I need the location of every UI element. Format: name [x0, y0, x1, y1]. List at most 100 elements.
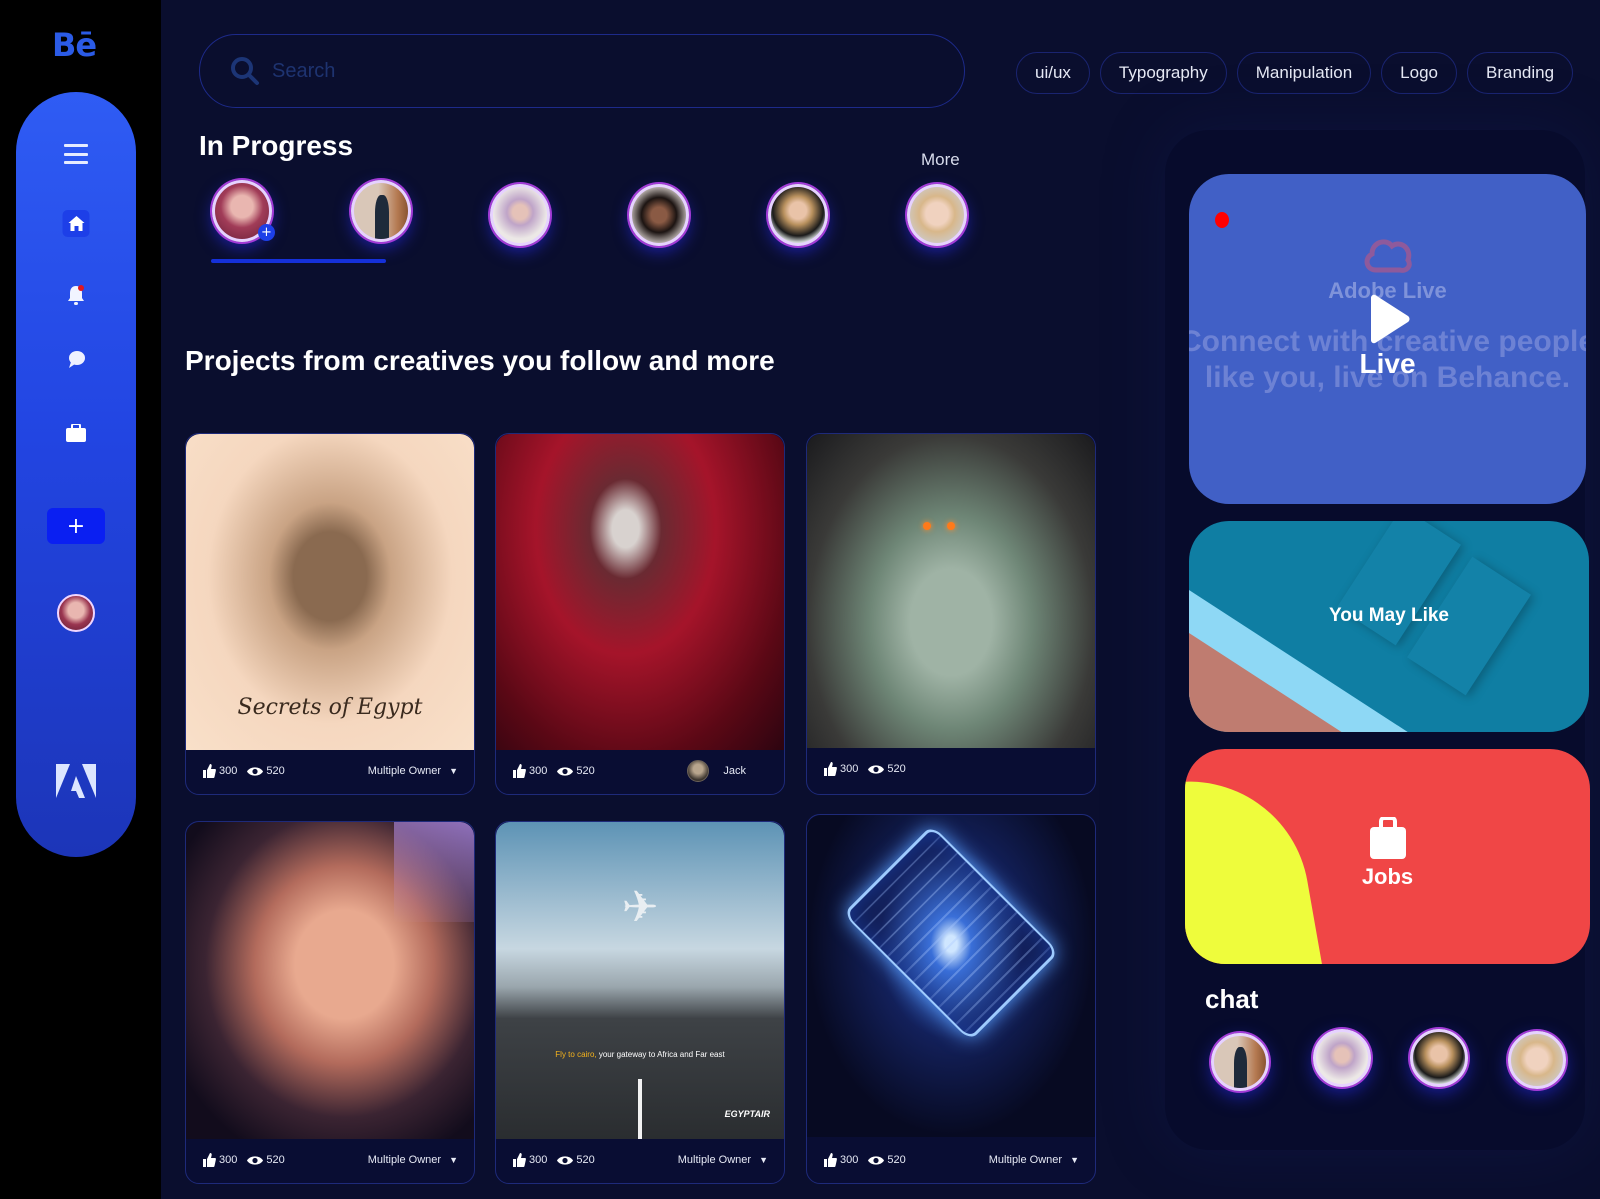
project-card[interactable]: Secrets of Egypt 300 520 Multiple Owner ▼ [185, 433, 475, 795]
views-count: 520 [266, 765, 285, 777]
sidebar-item-home[interactable] [62, 210, 90, 237]
project-card[interactable]: 300 520 Multiple Owner ▼ [185, 821, 475, 1184]
sidebar-item-notifications[interactable] [63, 282, 89, 308]
play-icon[interactable] [1365, 294, 1411, 344]
category-tags: ui/ux Typography Manipulation Logo Brand… [1016, 52, 1574, 94]
likes-stat[interactable]: 300 [202, 1153, 237, 1167]
in-progress-heading: In Progress [199, 130, 354, 161]
project-meta: 300 520 Multiple Owner ▼ [496, 1137, 784, 1183]
hamburger-line [64, 152, 88, 156]
sidebar-item-messages[interactable] [63, 346, 89, 372]
add-story-icon[interactable]: + [258, 224, 275, 241]
likes-count: 300 [840, 1154, 859, 1166]
you-may-like-card[interactable]: You May Like [1189, 521, 1589, 732]
views-stat: 520 [868, 763, 906, 775]
tag-uiux[interactable]: ui/ux [1016, 52, 1090, 94]
tag-branding[interactable]: Branding [1467, 52, 1574, 94]
owner-dropdown[interactable]: Multiple Owner ▼ [989, 1154, 1079, 1166]
chat-contact-blonde-woman[interactable] [1410, 1029, 1468, 1087]
project-thumbnail[interactable]: Secrets of Egypt [186, 434, 474, 750]
project-meta: 300 520 Multiple Owner ▼ [186, 1137, 474, 1183]
thumbs-up-icon [824, 1153, 837, 1167]
project-thumbnail[interactable]: ✈ Fly to cairo, your gateway to Africa a… [496, 822, 784, 1139]
chat-contact-lilac-hair-woman[interactable] [1313, 1029, 1371, 1087]
owner-avatar [687, 760, 710, 782]
eye-icon [868, 764, 885, 774]
adobe-live-card[interactable]: Adobe Live Connect with creative people … [1189, 174, 1586, 504]
maze-cube-graphic [842, 824, 1060, 1042]
story-avatar-blonde-woman[interactable] [768, 184, 828, 246]
story-avatar-lilac-hair-woman[interactable] [490, 184, 550, 246]
art-caption-text: your gateway to Africa and Far east [596, 1050, 725, 1059]
likes-stat[interactable]: 300 [512, 764, 547, 778]
eye-icon [557, 766, 574, 776]
likes-count: 300 [840, 763, 859, 775]
views-count: 520 [576, 1154, 595, 1166]
project-card[interactable]: 300 520 Jack [495, 433, 785, 795]
story-avatar-current-user[interactable]: + [212, 180, 275, 242]
adobe-logo-icon [56, 764, 96, 798]
project-card[interactable]: 300 520 Multiple Owner ▼ [806, 814, 1096, 1184]
likes-stat[interactable]: 300 [823, 1153, 858, 1167]
jobs-label: Jobs [1361, 864, 1414, 889]
likes-count: 300 [219, 765, 238, 777]
views-count: 520 [887, 763, 906, 775]
adobe-button[interactable] [56, 764, 96, 798]
likes-stat[interactable]: 300 [202, 764, 237, 778]
tag-manipulation[interactable]: Manipulation [1236, 52, 1372, 94]
story-progress-bar [211, 259, 386, 263]
project-thumbnail[interactable] [807, 434, 1095, 748]
views-stat: 520 [868, 1154, 906, 1166]
project-meta: 300 520 Multiple Owner ▼ [186, 748, 474, 794]
likes-stat[interactable]: 300 [512, 1153, 547, 1167]
project-card[interactable]: ✈ Fly to cairo, your gateway to Africa a… [495, 821, 785, 1184]
search-input[interactable] [272, 59, 872, 83]
tag-typography[interactable]: Typography [1099, 52, 1227, 94]
projects-heading: Projects from creatives you follow and m… [185, 345, 775, 376]
views-stat: 520 [557, 1154, 595, 1166]
chat-contact-man-in-suit[interactable] [1211, 1033, 1269, 1091]
create-button[interactable]: + [47, 508, 105, 544]
project-meta: 300 520 Multiple Owner ▼ [807, 1137, 1095, 1183]
owner-dropdown[interactable]: Multiple Owner ▼ [678, 1154, 768, 1166]
owner-user[interactable]: Jack [687, 760, 746, 782]
project-thumbnail[interactable] [186, 822, 474, 1139]
more-link[interactable]: More [921, 150, 960, 170]
search-bar[interactable] [199, 34, 965, 108]
art-caption-highlight: Fly to cairo, [555, 1050, 597, 1059]
project-thumbnail[interactable] [496, 434, 784, 750]
briefcase-icon [66, 424, 86, 442]
views-stat: 520 [557, 765, 595, 777]
logo-text: Bē [52, 26, 97, 64]
views-count: 520 [266, 1154, 285, 1166]
sidebar-item-jobs[interactable] [63, 420, 89, 446]
creative-cloud-icon [1364, 239, 1412, 273]
art-title: Secrets of Egypt [237, 695, 423, 720]
owner-dropdown[interactable]: Multiple Owner ▼ [368, 1154, 458, 1166]
menu-button[interactable] [63, 144, 89, 164]
project-card[interactable]: 300 520 [806, 433, 1096, 795]
you-may-like-label: You May Like [1328, 605, 1449, 626]
eye-icon [247, 766, 264, 776]
owner-label: Multiple Owner [367, 1154, 442, 1166]
live-label: Live [1359, 348, 1416, 379]
chat-contact-fair-hair-woman[interactable] [1508, 1031, 1566, 1089]
hamburger-line [64, 161, 88, 164]
story-avatar-man-in-suit[interactable] [351, 180, 411, 242]
views-count: 520 [887, 1154, 906, 1166]
likes-count: 300 [219, 1154, 238, 1166]
owner-dropdown[interactable]: Multiple Owner ▼ [368, 765, 458, 777]
profile-avatar[interactable] [57, 594, 95, 632]
story-avatar-curly-hair-woman[interactable] [629, 184, 689, 246]
tag-logo[interactable]: Logo [1381, 52, 1457, 94]
jobs-card[interactable]: Jobs [1185, 749, 1590, 964]
project-thumbnail[interactable] [807, 815, 1095, 1137]
thumbs-up-icon [824, 762, 837, 776]
chat-heading: chat [1205, 984, 1259, 1014]
views-stat: 520 [247, 1154, 285, 1166]
likes-stat[interactable]: 300 [823, 762, 858, 776]
behance-logo[interactable]: Bē [52, 26, 97, 64]
art-detail [923, 522, 931, 530]
caret-down-icon: ▼ [449, 766, 458, 776]
story-avatar-fair-hair-woman[interactable] [907, 184, 967, 246]
